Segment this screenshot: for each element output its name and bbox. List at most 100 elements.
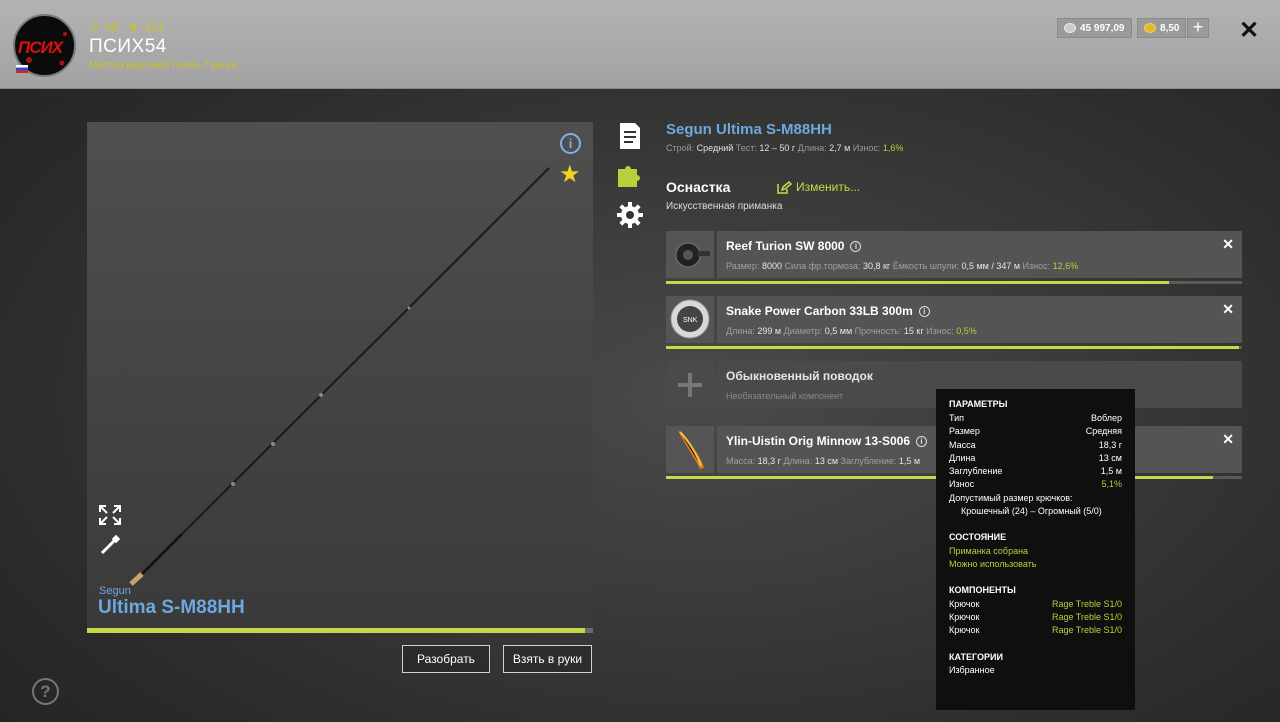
stat-value: 299 м	[757, 326, 782, 336]
stat-label: Износ:	[1022, 261, 1053, 271]
gold-value: 8,50	[1160, 22, 1180, 34]
stat-value: 13 см	[814, 456, 839, 466]
line-name-row: Snake Power Carbon 33LB 300m i	[726, 304, 930, 318]
stat-value: 8000	[761, 261, 782, 271]
edit-rigging-button[interactable]: Изменить...	[777, 180, 860, 194]
stat-label: Строй:	[666, 143, 697, 153]
lure-name-row: Ylin-Uistin Orig Minnow 13-S006 i	[726, 434, 928, 448]
stat-value: 0,5%	[956, 326, 977, 336]
stat-value: 12 – 50 г	[759, 143, 796, 153]
line-name: Snake Power Carbon 33LB 300m	[726, 304, 913, 318]
stat-label: Заглубление:	[840, 456, 899, 466]
repair-tool-icon[interactable]	[99, 534, 121, 556]
stat-label: Сила фр.тормоза:	[784, 261, 863, 271]
tooltip-row-value: 5,1%	[1101, 479, 1122, 490]
tooltip-row-label: Тип	[949, 413, 965, 423]
stat-label: Размер:	[726, 261, 762, 271]
line-wear-fill	[666, 346, 1240, 349]
leader-name: Обыкновенный поводок	[726, 369, 873, 383]
reel-body: Reef Turion SW 8000 i Размер: 8000 Сила ф…	[717, 231, 1242, 278]
document-icon[interactable]	[616, 122, 644, 150]
rigging-title: Оснастка	[666, 179, 731, 195]
lure-icon	[678, 430, 704, 469]
reel-stats: Размер: 8000 Сила фр.тормоза: 30,8 кг Ём…	[726, 261, 1078, 271]
username: ПСИХ54	[89, 36, 167, 57]
tooltip-row: Заглубление 1,5 м	[949, 465, 1122, 478]
rod-wear-fill	[87, 628, 586, 633]
rig-type: Искусственная приманка	[666, 201, 783, 212]
puzzle-icon[interactable]	[616, 161, 644, 189]
stat-label: Износ:	[926, 326, 957, 336]
line-slot[interactable]: SNK Snake Power Carbon 33LB 300m i Длина:…	[666, 296, 1242, 343]
line-info-icon[interactable]: i	[918, 305, 930, 317]
star-small-icon: ★	[127, 20, 139, 34]
take-in-hands-button[interactable]: Взять в руки	[503, 645, 592, 673]
tooltip-row-label: Заглубление	[949, 466, 1003, 477]
remove-reel-icon[interactable]: ✕	[1222, 236, 1234, 253]
tooltip-row-label: Крючок	[949, 625, 980, 636]
tooltip-params: Тип Воблер Размер Средняя Масса 18,3 г Длина 13…	[949, 412, 1122, 492]
remove-line-icon[interactable]: ✕	[1222, 301, 1234, 318]
help-icon[interactable]: ?	[32, 678, 59, 705]
reel-name: Reef Turion SW 8000	[726, 239, 845, 253]
tooltip-row: Износ 5,1%	[949, 478, 1122, 491]
reel-slot[interactable]: Reef Turion SW 8000 i Размер: 8000 Сила ф…	[666, 231, 1242, 278]
stat-value: 1,6%	[882, 143, 904, 153]
lure-stats: Масса: 18,3 г Длина: 13 см Заглубление: …	[726, 456, 920, 466]
hook-size-value: Крошечный (24) – Огромный (5/0)	[961, 505, 1102, 516]
rod-stats: Строй: Средний Тест: 12 – 50 г Длина: 2,…	[666, 143, 903, 153]
reel-icon	[675, 242, 710, 268]
silver-coin-icon	[1064, 23, 1076, 33]
leader-thumbnail	[666, 361, 714, 408]
tooltip-row-value: 1,5 м	[1100, 466, 1122, 477]
stat-value: 30,8 кг	[862, 261, 891, 271]
tooltip-row-label: Длина	[949, 452, 976, 463]
info-icon[interactable]: i	[560, 133, 581, 154]
tooltip-components-title: КОМПОНЕНТЫ	[949, 584, 1016, 595]
stat-label: Ёмкость шпули:	[892, 261, 962, 271]
stars-value: 114	[144, 20, 164, 34]
lure-info-icon[interactable]: i	[916, 435, 928, 447]
rod-preview-panel	[87, 122, 593, 629]
tooltip-row-value: Воблер	[1090, 413, 1122, 423]
tooltip-row-label: Крючок	[949, 612, 980, 623]
close-icon[interactable]: ✕	[1239, 16, 1259, 45]
stat-value: 12,6%	[1052, 261, 1079, 271]
rod-image	[129, 167, 550, 586]
plus-icon	[678, 373, 702, 397]
stat-label: Масса:	[726, 456, 758, 466]
tooltip-row-label: Износ	[949, 479, 975, 490]
favorite-star-icon[interactable]: ★	[559, 160, 581, 189]
tooltip-row-value: 18,3 г	[1098, 439, 1122, 450]
tooltip-row: Масса 18,3 г	[949, 439, 1122, 452]
tooltip-row-value: Rage Treble S1/0	[1051, 612, 1122, 623]
stat-label: Длина:	[726, 326, 758, 336]
gear-icon[interactable]	[616, 201, 644, 229]
tooltip-row-value: Средняя	[1085, 426, 1122, 437]
gold-coin-icon	[1144, 23, 1156, 33]
top-bar: ПСИХ ⊙ 48 ★ 114 ПСИХ54 Мастер карповой лов…	[0, 0, 1280, 89]
disassemble-button[interactable]: Разобрать	[402, 645, 490, 673]
reel-info-icon[interactable]: i	[850, 240, 862, 252]
stat-label: Длина:	[797, 143, 830, 153]
lure-name: Ylin-Uistin Orig Minnow 13-S006	[726, 434, 911, 448]
stat-value: Средний	[696, 143, 734, 153]
edit-icon	[777, 180, 792, 194]
add-gold-button[interactable]: +	[1187, 18, 1209, 38]
lure-thumbnail	[666, 426, 714, 473]
reel-wear-bar	[666, 281, 1242, 284]
svg-text:SNK: SNK	[683, 317, 698, 324]
line-spool-icon: SNK	[670, 299, 710, 339]
state-line-usable: Можно использовать	[949, 558, 1037, 569]
tooltip-row-value: Rage Treble S1/0	[1051, 625, 1122, 636]
stat-value: 1,5 м	[898, 456, 921, 466]
stat-label: Тест:	[735, 143, 760, 153]
tooltip-row-value: 13 см	[1098, 452, 1122, 463]
level-value: 48	[105, 20, 119, 34]
reel-name-row: Reef Turion SW 8000 i	[726, 239, 862, 253]
expand-icon[interactable]	[99, 505, 121, 525]
remove-lure-icon[interactable]: ✕	[1222, 431, 1234, 448]
silver-value: 45 997,09	[1080, 22, 1125, 34]
tooltip-row: Размер Средняя	[949, 425, 1122, 438]
edit-label: Изменить...	[796, 180, 861, 194]
